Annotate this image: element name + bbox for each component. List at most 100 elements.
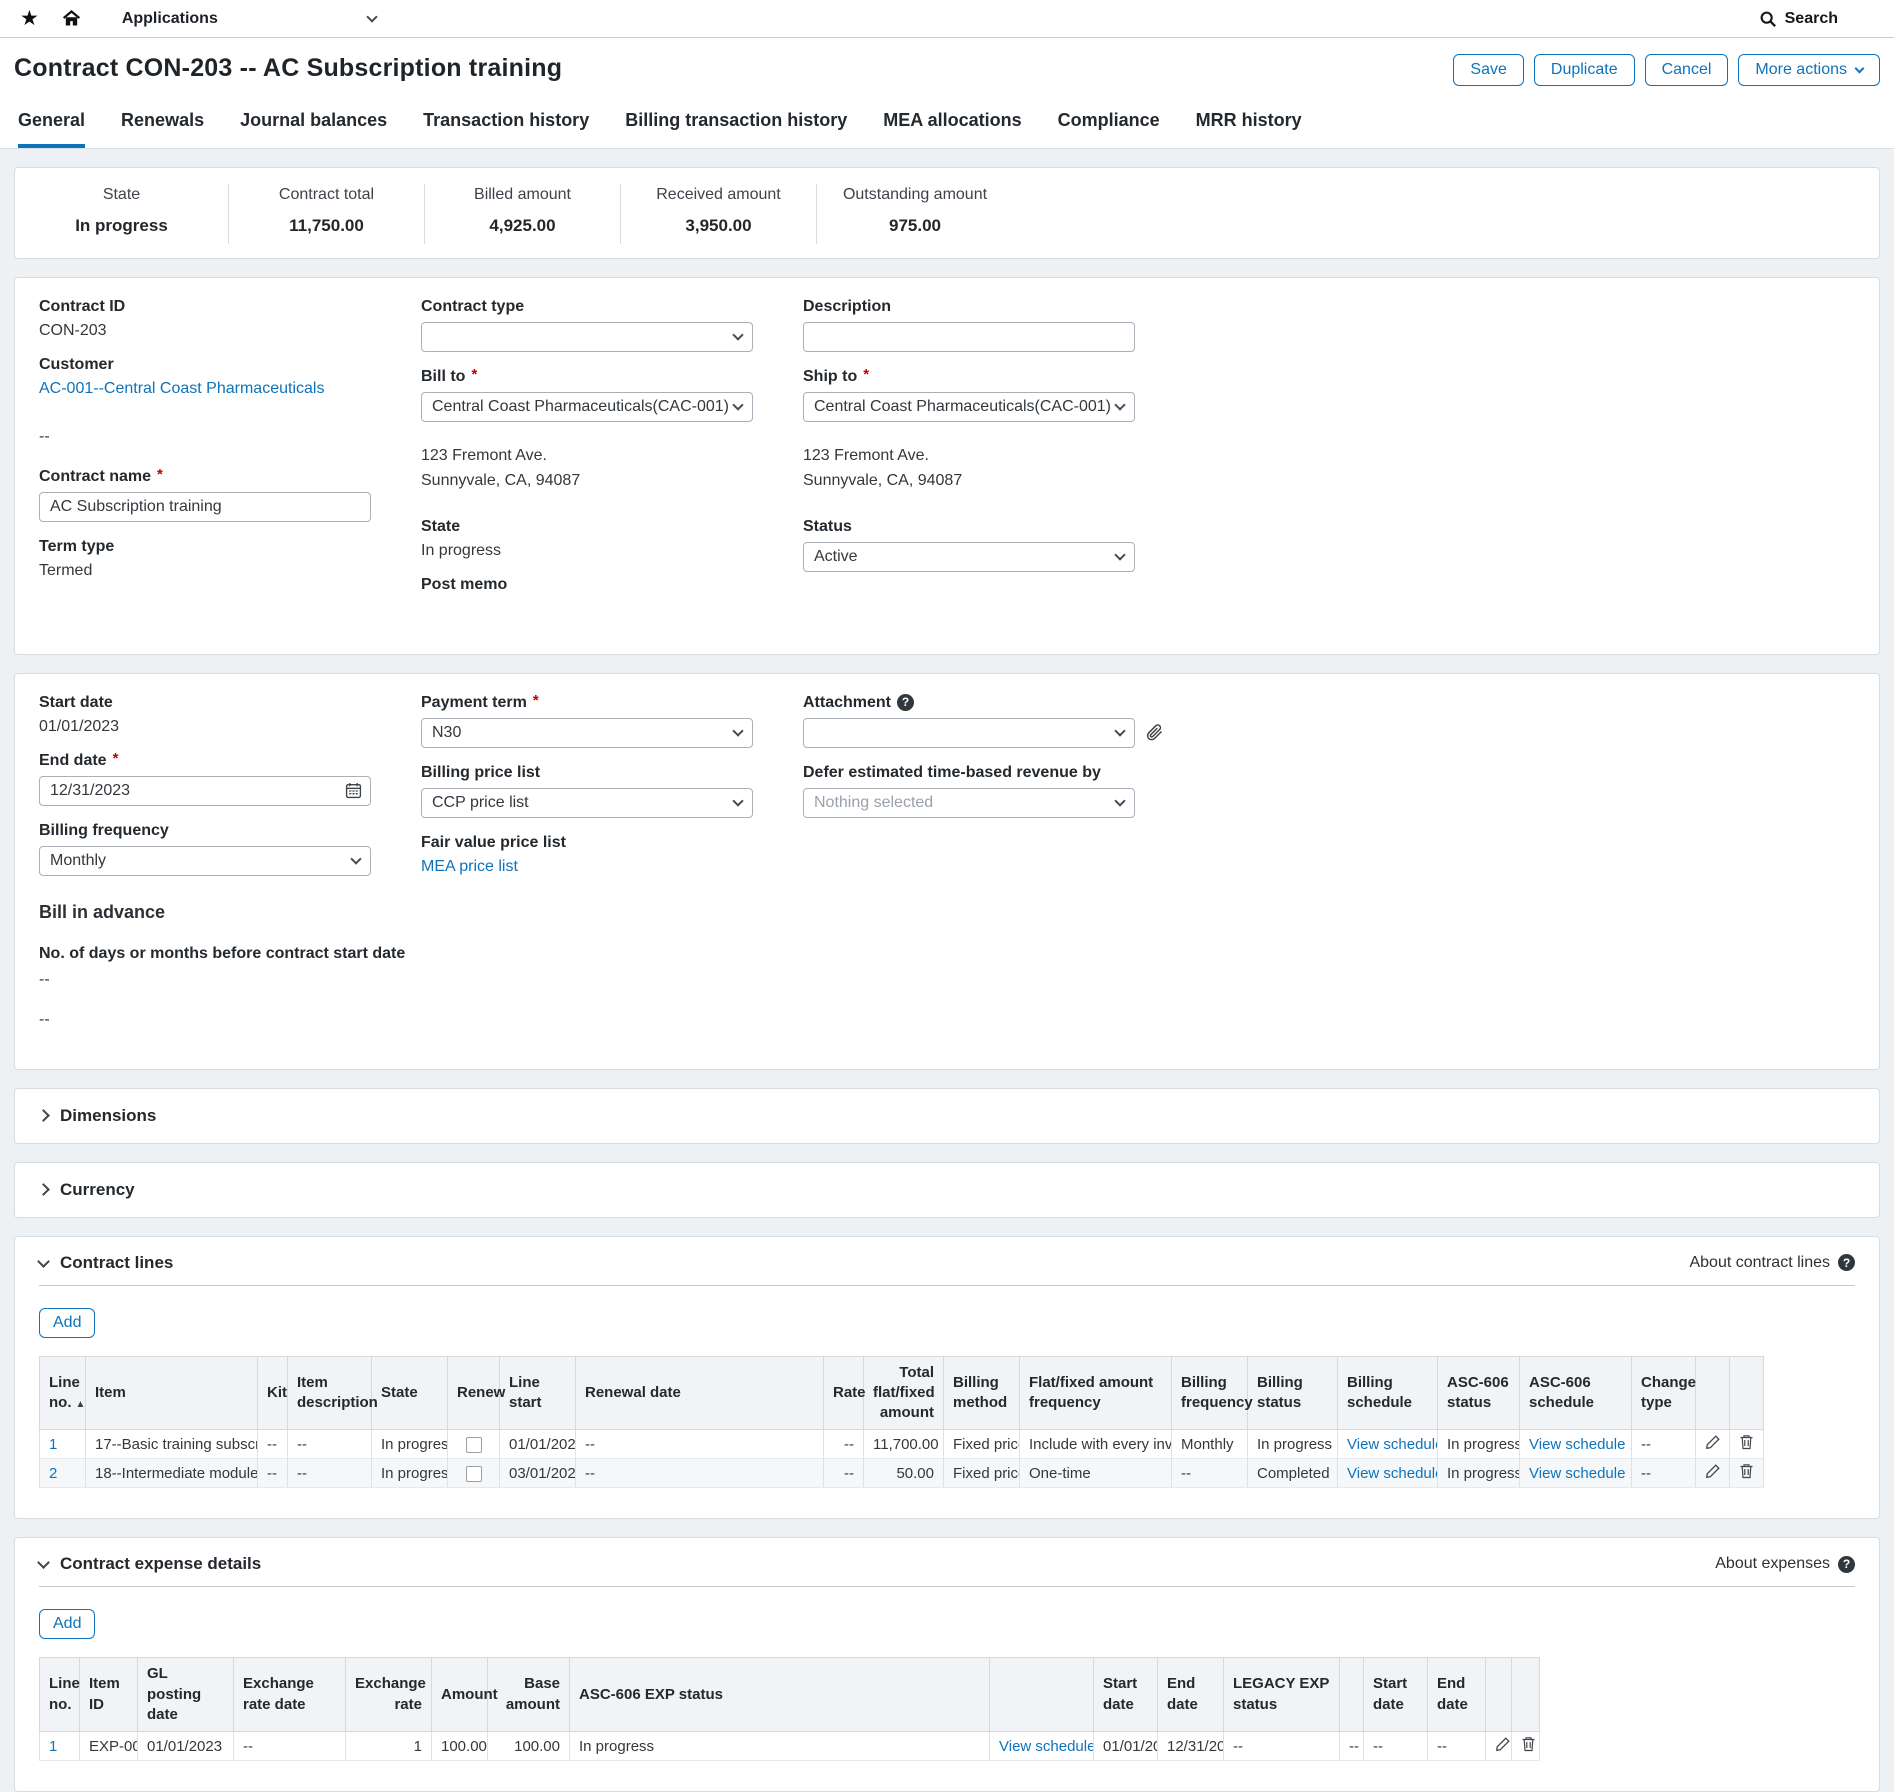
col-item[interactable]: Item (86, 1356, 258, 1430)
currency-section-toggle[interactable]: Currency (14, 1162, 1880, 1218)
col-end-date-2[interactable]: End date (1428, 1658, 1486, 1732)
save-button[interactable]: Save (1453, 54, 1523, 86)
required-asterisk: * (863, 367, 869, 382)
defer-revenue-select[interactable]: Nothing selected (803, 788, 1135, 818)
col-asc606-schedule[interactable]: ASC-606 schedule (1520, 1356, 1632, 1430)
more-actions-button[interactable]: More actions (1738, 54, 1880, 86)
line-number-link[interactable]: 1 (49, 1436, 57, 1453)
view-asc606-schedule-link[interactable]: View schedule 1 (1529, 1465, 1632, 1482)
col-base-amount[interactable]: Base amount (488, 1658, 570, 1732)
delete-trash-icon[interactable] (1521, 1736, 1536, 1752)
cancel-button[interactable]: Cancel (1645, 54, 1729, 86)
col-asc606-exp-status[interactable]: ASC-606 EXP status (570, 1658, 990, 1732)
col-total-flat-fixed[interactable]: Total flat/fixed amount (864, 1356, 944, 1430)
col-line-no[interactable]: Line no. (40, 1658, 80, 1732)
bill-to-select[interactable]: Central Coast Pharmaceuticals(CAC-001) (421, 392, 753, 422)
col-rate[interactable]: Rate (824, 1356, 864, 1430)
col-legacy-exp-status[interactable]: LEGACY EXP status (1224, 1658, 1340, 1732)
col-delete (1512, 1658, 1540, 1732)
col-start-date[interactable]: Start date (1094, 1658, 1158, 1732)
col-renewal-date[interactable]: Renewal date (576, 1356, 824, 1430)
col-billing-frequency[interactable]: Billing frequency (1172, 1356, 1248, 1430)
tab-billing-transaction-history[interactable]: Billing transaction history (625, 110, 847, 148)
view-asc606-schedule-link[interactable]: View schedule 1 (1529, 1436, 1632, 1453)
billing-frequency-select[interactable]: Monthly (39, 846, 371, 876)
line-number-link[interactable]: 2 (49, 1465, 57, 1482)
tab-transaction-history[interactable]: Transaction history (423, 110, 589, 148)
col-exchange-rate-date[interactable]: Exchange rate date (234, 1658, 346, 1732)
col-kit[interactable]: Kit (258, 1356, 288, 1430)
tab-journal-balances[interactable]: Journal balances (240, 110, 387, 148)
dimensions-section-toggle[interactable]: Dimensions (14, 1088, 1880, 1144)
tab-renewals[interactable]: Renewals (121, 110, 204, 148)
col-amount[interactable]: Amount (432, 1658, 488, 1732)
col-start-date-2[interactable]: Start date (1364, 1658, 1428, 1732)
ship-to-label: Ship to* (803, 368, 1855, 386)
start-date-label: Start date (39, 694, 421, 712)
about-contract-lines-link[interactable]: About contract lines ? (1689, 1254, 1855, 1272)
contract-name-input[interactable] (39, 492, 371, 522)
col-exchange-rate[interactable]: Exchange rate (346, 1658, 432, 1732)
help-icon[interactable]: ? (897, 694, 914, 711)
home-icon[interactable] (61, 8, 82, 29)
chevron-down-icon (1114, 795, 1125, 806)
edit-pencil-icon[interactable] (1705, 1434, 1721, 1450)
tab-mrr-history[interactable]: MRR history (1196, 110, 1302, 148)
col-billing-method[interactable]: Billing method (944, 1356, 1020, 1430)
delete-trash-icon[interactable] (1739, 1434, 1754, 1450)
col-item-id[interactable]: Item ID (80, 1658, 138, 1732)
help-icon: ? (1838, 1556, 1855, 1573)
delete-trash-icon[interactable] (1739, 1463, 1754, 1479)
global-search[interactable]: Search (1759, 10, 1838, 28)
calendar-icon[interactable] (345, 782, 362, 799)
contract-type-select[interactable] (421, 322, 753, 352)
tab-bar: General Renewals Journal balances Transa… (14, 110, 1880, 148)
help-icon: ? (1838, 1254, 1855, 1271)
edit-pencil-icon[interactable] (1705, 1463, 1721, 1479)
tab-mea-allocations[interactable]: MEA allocations (883, 110, 1021, 148)
col-end-date[interactable]: End date (1158, 1658, 1224, 1732)
col-flat-fixed-frequency[interactable]: Flat/fixed amount frequency (1020, 1356, 1172, 1430)
tab-general[interactable]: General (18, 110, 85, 148)
status-select[interactable]: Active (803, 542, 1135, 572)
chevron-down-icon[interactable] (37, 1556, 50, 1569)
col-state[interactable]: State (372, 1356, 448, 1430)
payment-term-select[interactable]: N30 (421, 718, 753, 748)
ship-to-select[interactable]: Central Coast Pharmaceuticals(CAC-001) (803, 392, 1135, 422)
col-asc606-status[interactable]: ASC-606 status (1438, 1356, 1520, 1430)
line-number-link[interactable]: 1 (49, 1738, 57, 1755)
view-billing-schedule-link[interactable]: View schedule (1347, 1436, 1438, 1453)
duplicate-button[interactable]: Duplicate (1534, 54, 1635, 86)
tab-compliance[interactable]: Compliance (1058, 110, 1160, 148)
col-item-description[interactable]: Item description (288, 1356, 372, 1430)
view-billing-schedule-link[interactable]: View schedule (1347, 1465, 1438, 1482)
favorites-star-icon[interactable]: ★ (20, 6, 39, 31)
add-contract-line-button[interactable]: Add (39, 1308, 95, 1338)
status-label: Status (803, 518, 1855, 536)
mea-price-list-link[interactable]: MEA price list (421, 858, 518, 875)
col-line-start[interactable]: Line start (500, 1356, 576, 1430)
general-info-card: Contract ID CON-203 Customer AC-001--Cen… (14, 277, 1880, 655)
col-gl-posting-date[interactable]: GL posting date (138, 1658, 234, 1732)
col-billing-status[interactable]: Billing status (1248, 1356, 1338, 1430)
view-exp-schedule-link[interactable]: View schedule 1 (999, 1738, 1094, 1755)
renew-checkbox[interactable] (466, 1437, 482, 1453)
billing-price-list-select[interactable]: CCP price list (421, 788, 753, 818)
description-input[interactable] (803, 322, 1135, 352)
col-change-type[interactable]: Change type (1632, 1356, 1696, 1430)
chevron-down-icon[interactable] (37, 1255, 50, 1268)
col-renew[interactable]: Renew (448, 1356, 500, 1430)
attachment-select[interactable] (803, 718, 1135, 748)
applications-menu[interactable]: Applications (122, 10, 376, 28)
required-asterisk: * (157, 467, 163, 482)
search-label: Search (1785, 10, 1838, 28)
end-date-input[interactable] (39, 776, 371, 806)
about-expenses-link[interactable]: About expenses ? (1715, 1555, 1855, 1573)
add-expense-line-button[interactable]: Add (39, 1609, 95, 1639)
renew-checkbox[interactable] (466, 1466, 482, 1482)
edit-pencil-icon[interactable] (1495, 1736, 1511, 1752)
col-billing-schedule[interactable]: Billing schedule (1338, 1356, 1438, 1430)
paperclip-icon[interactable] (1145, 723, 1165, 743)
col-line-no[interactable]: Line no.▲ (40, 1356, 86, 1430)
customer-link[interactable]: AC-001--Central Coast Pharmaceuticals (39, 380, 324, 397)
